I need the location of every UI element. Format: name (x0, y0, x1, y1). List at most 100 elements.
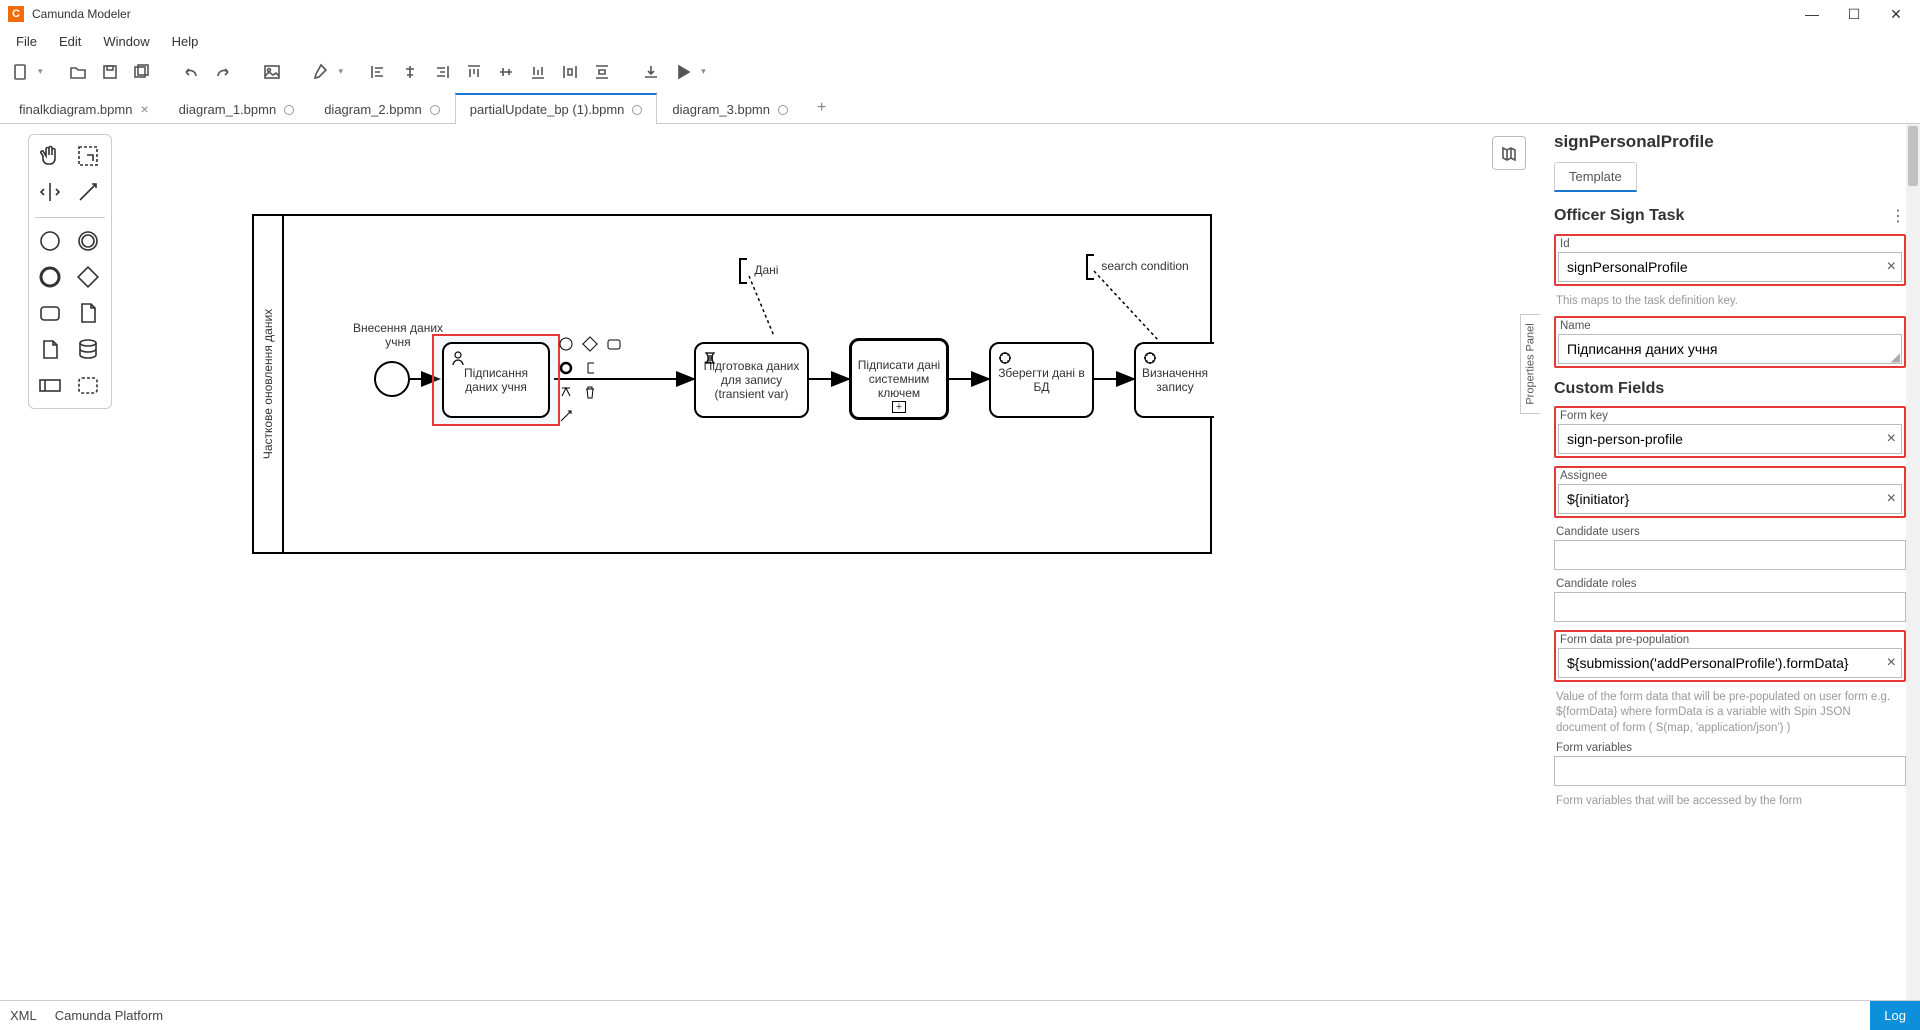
section-menu-icon[interactable]: ⋮ (1890, 206, 1906, 226)
task-label: Зберегти дані в БД (995, 366, 1088, 394)
palette-space-tool[interactable] (35, 177, 67, 209)
distribute-v-button[interactable] (588, 58, 616, 86)
palette (28, 134, 112, 409)
palette-connect-tool[interactable] (73, 177, 105, 209)
save-all-button[interactable] (128, 58, 156, 86)
save-button[interactable] (96, 58, 124, 86)
annotation-label: Дані (754, 263, 778, 277)
form-key-input[interactable] (1558, 424, 1902, 454)
lane-label: Часткове оновлення даних (261, 309, 275, 459)
maximize-button[interactable]: ☐ (1842, 2, 1866, 26)
clear-icon[interactable]: × (1887, 430, 1896, 448)
new-file-button[interactable] (6, 58, 34, 86)
add-tab-button[interactable]: + (803, 93, 840, 123)
ctx-connect[interactable] (556, 406, 576, 426)
palette-pool[interactable] (35, 370, 67, 402)
align-left-button[interactable] (364, 58, 392, 86)
tab-4[interactable]: diagram_3.bpmn (657, 94, 803, 124)
candidate-roles-input[interactable] (1554, 592, 1906, 622)
status-xml[interactable]: XML (10, 1008, 37, 1023)
assignee-input[interactable] (1558, 484, 1902, 514)
menu-edit[interactable]: Edit (49, 30, 91, 53)
minimize-button[interactable]: — (1800, 2, 1824, 26)
clear-icon[interactable]: × (1887, 258, 1896, 276)
palette-database[interactable] (73, 334, 105, 366)
color-button[interactable] (307, 58, 335, 86)
canvas[interactable]: Properties Panel Часткове оновлення дани… (112, 124, 1540, 1000)
properties-tab-template[interactable]: Template (1554, 162, 1637, 192)
close-icon[interactable]: × (140, 101, 148, 117)
distribute-h-button[interactable] (556, 58, 584, 86)
minimap-button[interactable] (1492, 136, 1526, 170)
align-center-button[interactable] (396, 58, 424, 86)
ctx-append-task[interactable] (604, 334, 624, 354)
bpmn-script-task-prepare[interactable]: Підготовка даних для запису (transient v… (694, 342, 809, 418)
menu-help[interactable]: Help (162, 30, 209, 53)
ctx-append-end-event[interactable] (556, 358, 576, 378)
id-input[interactable] (1558, 252, 1902, 282)
undo-button[interactable] (177, 58, 205, 86)
palette-data-store[interactable] (35, 334, 67, 366)
palette-data-object[interactable] (73, 298, 105, 330)
palette-task[interactable] (35, 298, 67, 330)
bpmn-user-task-selected[interactable]: Підписання даних учня (442, 342, 550, 418)
align-bottom-button[interactable] (524, 58, 552, 86)
run-button[interactable] (669, 58, 697, 86)
tab-2[interactable]: diagram_2.bpmn (309, 94, 455, 124)
task-label: Підписати дані системним ключем (856, 358, 942, 400)
scrollbar-thumb[interactable] (1908, 126, 1918, 186)
annotation-search[interactable]: search condition (1086, 254, 1189, 280)
bpmn-start-event[interactable] (374, 361, 410, 397)
palette-lasso-tool[interactable] (73, 141, 105, 173)
clear-icon[interactable]: × (1887, 490, 1896, 508)
bpmn-pool[interactable]: Часткове оновлення даних Внесення даних … (252, 214, 1212, 554)
bpmn-service-task-save[interactable]: Зберегти дані в БД (989, 342, 1094, 418)
align-right-button[interactable] (428, 58, 456, 86)
log-button[interactable]: Log (1870, 1001, 1920, 1030)
align-middle-button[interactable] (492, 58, 520, 86)
workspace: Properties Panel Часткове оновлення дани… (0, 124, 1920, 1000)
clear-icon[interactable]: × (1887, 654, 1896, 672)
lane-header[interactable]: Часткове оновлення даних (254, 216, 284, 552)
palette-intermediate-event[interactable] (73, 226, 105, 258)
bpmn-service-task-define[interactable]: Визначення запису (1134, 342, 1214, 418)
field-form-key: Form key × (1554, 406, 1906, 458)
dirty-indicator-icon (430, 105, 440, 115)
name-input[interactable] (1558, 334, 1902, 364)
task-label: Визначення запису (1140, 366, 1210, 394)
tab-3[interactable]: partialUpdate_bp (1).bpmn (455, 93, 658, 124)
field-label: Id (1558, 238, 1902, 250)
palette-group[interactable] (73, 370, 105, 402)
prepopulation-input[interactable] (1558, 648, 1902, 678)
form-variables-input[interactable] (1554, 756, 1906, 786)
palette-hand-tool[interactable] (35, 141, 67, 173)
bpmn-service-task-sign[interactable]: Підписати дані системним ключем + (849, 338, 949, 420)
image-button[interactable] (258, 58, 286, 86)
ctx-delete[interactable] (580, 382, 600, 402)
redo-button[interactable] (209, 58, 237, 86)
field-label: Name (1558, 320, 1902, 332)
align-top-button[interactable] (460, 58, 488, 86)
menu-file[interactable]: File (6, 30, 47, 53)
ctx-annotation[interactable] (580, 358, 600, 378)
properties-panel-toggle[interactable]: Properties Panel (1520, 314, 1540, 414)
deploy-button[interactable] (637, 58, 665, 86)
menubar: File Edit Window Help (0, 28, 1920, 54)
field-prepopulation: Form data pre-population × (1554, 630, 1906, 682)
ctx-append-event[interactable] (556, 334, 576, 354)
close-button[interactable]: ✕ (1884, 2, 1908, 26)
status-platform[interactable]: Camunda Platform (55, 1008, 163, 1023)
ctx-change-type[interactable] (556, 382, 576, 402)
palette-gateway[interactable] (73, 262, 105, 294)
ctx-append-gateway[interactable] (580, 334, 600, 354)
formvars-hint: Form variables that will be accessed by … (1554, 794, 1906, 810)
open-file-button[interactable] (64, 58, 92, 86)
tab-0[interactable]: finalkdiagram.bpmn× (4, 93, 164, 124)
palette-end-event[interactable] (35, 262, 67, 294)
menu-window[interactable]: Window (93, 30, 159, 53)
scrollbar[interactable] (1906, 124, 1920, 1000)
candidate-users-input[interactable] (1554, 540, 1906, 570)
annotation-data[interactable]: Дані (739, 258, 778, 284)
palette-start-event[interactable] (35, 226, 67, 258)
tab-1[interactable]: diagram_1.bpmn (164, 94, 310, 124)
